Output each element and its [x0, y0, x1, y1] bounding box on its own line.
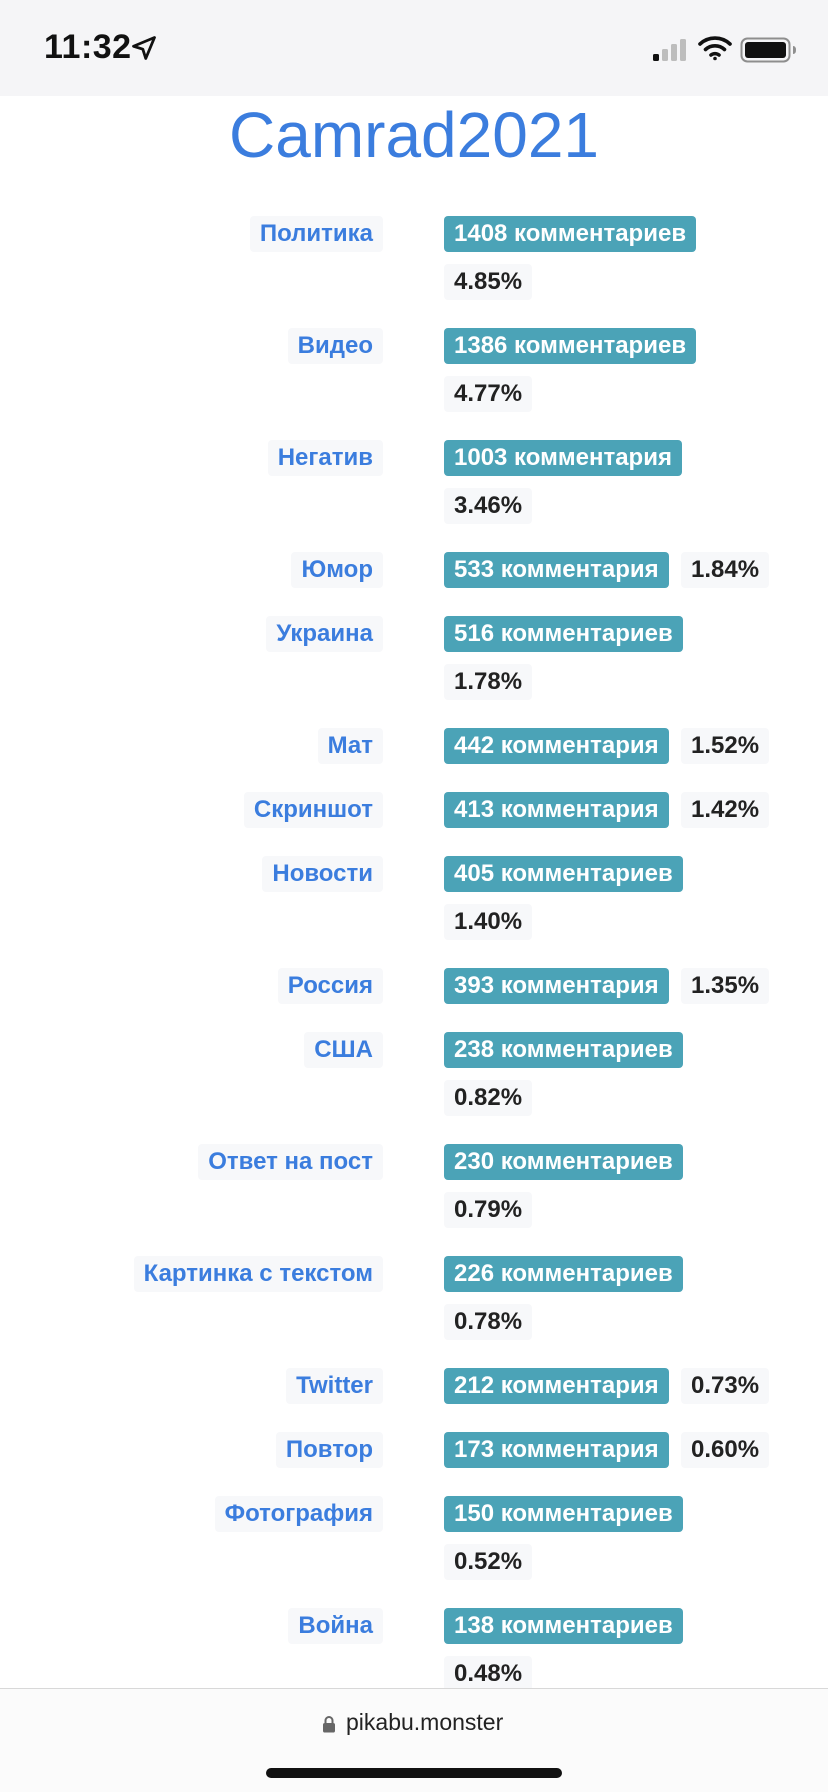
percent-badge: 1.52% — [681, 728, 770, 764]
list-item: Украина 516 комментариев 1.78% — [0, 616, 828, 700]
lock-icon — [323, 1716, 335, 1733]
percent-badge: 4.77% — [444, 376, 533, 412]
percent-badge: 0.82% — [444, 1080, 533, 1116]
tag-link[interactable]: Война — [288, 1608, 383, 1644]
comment-count-badge: 1386 комментариев — [444, 328, 697, 364]
tag-link[interactable]: Повтор — [275, 1432, 383, 1468]
percent-badge: 1.35% — [681, 968, 770, 1004]
percent-badge: 0.73% — [681, 1368, 770, 1404]
list-item: Ответ на пост 230 комментариев 0.79% — [0, 1144, 828, 1228]
percent-badge: 4.85% — [444, 264, 533, 300]
tag-link[interactable]: Украина — [266, 616, 383, 652]
tag-link[interactable]: США — [304, 1032, 383, 1068]
list-item: Война 138 комментариев 0.48% — [0, 1608, 828, 1690]
comment-count-badge: 230 комментариев — [444, 1144, 683, 1180]
percent-badge: 0.78% — [444, 1304, 533, 1340]
comment-count-badge: 442 комментария — [444, 728, 669, 764]
tag-link[interactable]: Негатив — [267, 440, 383, 476]
comment-count-badge: 212 комментария — [444, 1368, 669, 1404]
tag-stats-list: Политика 1408 комментариев 4.85% Видео 1386 … — [0, 0, 828, 1690]
home-indicator[interactable] — [266, 1768, 562, 1778]
list-item: США 238 комментариев 0.82% — [0, 1032, 828, 1116]
comment-count-badge: 1003 комментария — [444, 440, 682, 476]
tag-link[interactable]: Политика — [249, 216, 383, 252]
percent-badge: 0.60% — [681, 1432, 770, 1468]
comment-count-badge: 226 комментариев — [444, 1256, 683, 1292]
percent-badge: 1.40% — [444, 904, 533, 940]
percent-badge: 0.79% — [444, 1192, 533, 1228]
comment-count-badge: 138 комментариев — [444, 1608, 683, 1644]
list-item: Новости 405 комментариев 1.40% — [0, 856, 828, 940]
comment-count-badge: 1408 комментариев — [444, 216, 697, 252]
tag-link[interactable]: Россия — [277, 968, 383, 1004]
comment-count-badge: 238 комментариев — [444, 1032, 683, 1068]
comment-count-badge: 173 комментария — [444, 1432, 669, 1468]
comment-count-badge: 413 комментария — [444, 792, 669, 828]
list-item: Фотография 150 комментариев 0.52% — [0, 1496, 828, 1580]
list-item: Негатив 1003 комментария 3.46% — [0, 440, 828, 524]
comment-count-badge: 533 комментария — [444, 552, 669, 588]
list-item: Видео 1386 комментариев 4.77% — [0, 328, 828, 412]
tag-link[interactable]: Скриншот — [243, 792, 383, 828]
tag-link[interactable]: Юмор — [291, 552, 383, 588]
percent-badge: 1.78% — [444, 664, 533, 700]
comment-count-badge: 405 комментариев — [444, 856, 683, 892]
percent-badge: 1.84% — [681, 552, 770, 588]
comment-count-badge: 150 комментариев — [444, 1496, 683, 1532]
list-item: Картинка с текстом 226 комментариев 0.78% — [0, 1256, 828, 1340]
list-item: Политика 1408 комментариев 4.85% — [0, 216, 828, 300]
tag-link[interactable]: Картинка с текстом — [133, 1256, 383, 1292]
percent-badge: 0.52% — [444, 1544, 533, 1580]
percent-badge: 3.46% — [444, 488, 533, 524]
percent-badge: 0.48% — [444, 1656, 533, 1690]
address-url[interactable]: pikabu.monster — [346, 1709, 503, 1736]
tag-link[interactable]: Мат — [317, 728, 383, 764]
tag-link[interactable]: Новости — [262, 856, 383, 892]
percent-badge: 1.42% — [681, 792, 770, 828]
comment-count-badge: 393 комментария — [444, 968, 669, 1004]
tag-link[interactable]: Ответ на пост — [198, 1144, 383, 1180]
tag-link[interactable]: Фотография — [214, 1496, 383, 1532]
comment-count-badge: 516 комментариев — [444, 616, 683, 652]
tag-link[interactable]: Twitter — [286, 1368, 383, 1404]
tag-link[interactable]: Видео — [287, 328, 383, 364]
